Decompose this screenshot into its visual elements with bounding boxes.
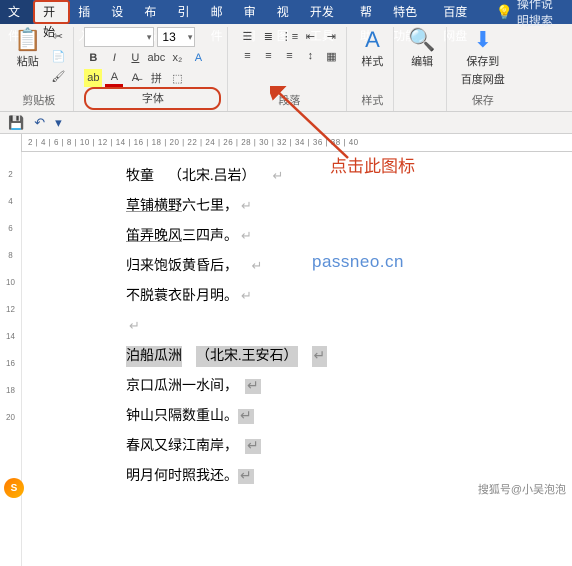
tab-developer[interactable]: 开发工具 (302, 0, 352, 24)
align-right-icon[interactable]: ≡ (280, 47, 298, 65)
save-to-netdisk-button[interactable]: ⬇ 保存到 百度网盘 (457, 27, 509, 89)
copy-icon[interactable]: 📄 (49, 47, 67, 65)
horizontal-ruler[interactable]: 2 | 4 | 6 | 8 | 10 | 12 | 14 | 16 | 18 |… (22, 134, 572, 152)
save-group-label: 保存 (457, 91, 509, 110)
cloud-save-icon: ⬇ (474, 29, 492, 51)
tab-home[interactable]: 开始 (33, 0, 70, 24)
tab-design[interactable]: 设计 (103, 0, 136, 24)
group-styles: A 样式 样式 (351, 27, 394, 111)
quick-access-toolbar: 💾 ↶ ▾ (0, 112, 572, 134)
image-source: 搜狐号@小吴泡泡 (478, 481, 566, 497)
ruler-area: 2 | 4 | 6 | 8 | 10 | 12 | 14 | 16 | 18 |… (0, 134, 572, 152)
styles-icon: A (365, 29, 380, 51)
qat-undo-icon[interactable]: ↶ (34, 115, 45, 131)
sub-sup-button[interactable]: x₂ (168, 49, 186, 67)
group-paragraph: ☰ ≣ ⋮≡ ⇤ ⇥ ≡ ≡ ≡ ↕ ▦ 段落 (232, 27, 347, 111)
align-left-icon[interactable]: ≡ (238, 47, 256, 65)
tab-mailings[interactable]: 邮件 (203, 0, 236, 24)
line-spacing-icon[interactable]: ↕ (301, 47, 319, 65)
poem1-title: 牧童 (126, 166, 154, 187)
vertical-ruler[interactable]: 2468101214161820 (0, 152, 22, 566)
numbering-icon[interactable]: ≣ (259, 27, 277, 45)
cut-icon[interactable]: ✂ (49, 27, 67, 45)
ribbon: 📋 粘贴 ✂ 📄 🖌 剪贴板 13 B I U abc x₂ A (0, 24, 572, 112)
multilevel-icon[interactable]: ⋮≡ (280, 27, 298, 45)
font-group-label: 字体 (84, 87, 221, 110)
annotation-callout: 点击此图标 (330, 152, 415, 177)
format-painter-icon[interactable]: 🖌 (49, 67, 67, 85)
char-border-button[interactable]: ⬚ (168, 69, 186, 87)
clear-format-button[interactable]: A̶ (126, 69, 144, 87)
styles-group-label: 样式 (357, 91, 387, 110)
tell-me-label: 操作说明搜索 (517, 0, 562, 29)
bulb-icon: 💡 (495, 4, 512, 21)
font-family-select[interactable] (84, 27, 154, 47)
poem2-author: （北宋.王安石） (196, 346, 298, 367)
tab-view[interactable]: 视图 (269, 0, 302, 24)
text-effects-button[interactable]: A (189, 49, 207, 67)
document-page[interactable]: 牧童 （北宋.吕岩） ↵ 草铺横野六七里，↵ 笛弄晚风三四声。↵ 归来饱饭黄昏后… (22, 152, 572, 566)
borders-icon[interactable]: ▦ (322, 47, 340, 65)
group-font: 13 B I U abc x₂ A ab A A̶ 拼 ⬚ 字体 (78, 27, 228, 111)
group-editing: 🔍 编辑 (398, 27, 446, 111)
font-color-button[interactable]: A (105, 69, 123, 87)
source-logo-icon: S (4, 478, 24, 498)
decrease-indent-icon[interactable]: ⇤ (301, 27, 319, 45)
poem2-title: 泊船瓜洲 (126, 346, 182, 367)
return-mark-icon: ↵ (273, 166, 284, 187)
styles-button[interactable]: A 样式 (357, 27, 387, 71)
bullets-icon[interactable]: ☰ (238, 27, 256, 45)
tab-special[interactable]: 特色功能 (385, 0, 435, 24)
bold-button[interactable]: B (84, 49, 102, 67)
tab-review[interactable]: 审阅 (236, 0, 269, 24)
tab-help[interactable]: 帮助 (352, 0, 385, 24)
clipboard-group-label: 剪贴板 (10, 91, 67, 110)
increase-indent-icon[interactable]: ⇥ (322, 27, 340, 45)
tab-layout[interactable]: 布局 (136, 0, 169, 24)
watermark: passneo.cn (312, 252, 404, 272)
italic-button[interactable]: I (105, 49, 123, 67)
group-save: ⬇ 保存到 百度网盘 保存 (451, 27, 515, 111)
tab-netdisk[interactable]: 百度网盘 (435, 0, 485, 24)
qat-save-icon[interactable]: 💾 (8, 115, 24, 131)
phonetic-button[interactable]: 拼 (147, 69, 165, 87)
paste-icon: 📋 (14, 29, 41, 51)
tell-me-search[interactable]: 💡 操作说明搜索 (485, 0, 572, 24)
paragraph-group-label: 段落 (238, 91, 340, 110)
underline-button[interactable]: U (126, 49, 144, 67)
font-size-select[interactable]: 13 (157, 27, 195, 47)
qat-customize-icon[interactable]: ▾ (55, 115, 62, 131)
editing-button[interactable]: 🔍 编辑 (404, 27, 439, 71)
tab-references[interactable]: 引用 (169, 0, 202, 24)
group-clipboard: 📋 粘贴 ✂ 📄 🖌 剪贴板 (4, 27, 74, 111)
strike-button[interactable]: abc (147, 49, 165, 67)
tab-insert[interactable]: 插入 (70, 0, 103, 24)
paste-button[interactable]: 📋 粘贴 (10, 27, 45, 71)
tab-file[interactable]: 文件 (0, 0, 33, 24)
highlight-button[interactable]: ab (84, 69, 102, 87)
poem1-author: （北宋.吕岩） (168, 166, 256, 187)
find-icon: 🔍 (408, 29, 435, 51)
align-center-icon[interactable]: ≡ (259, 47, 277, 65)
menu-tabs: 文件 开始 插入 设计 布局 引用 邮件 审阅 视图 开发工具 帮助 特色功能 … (0, 0, 572, 24)
